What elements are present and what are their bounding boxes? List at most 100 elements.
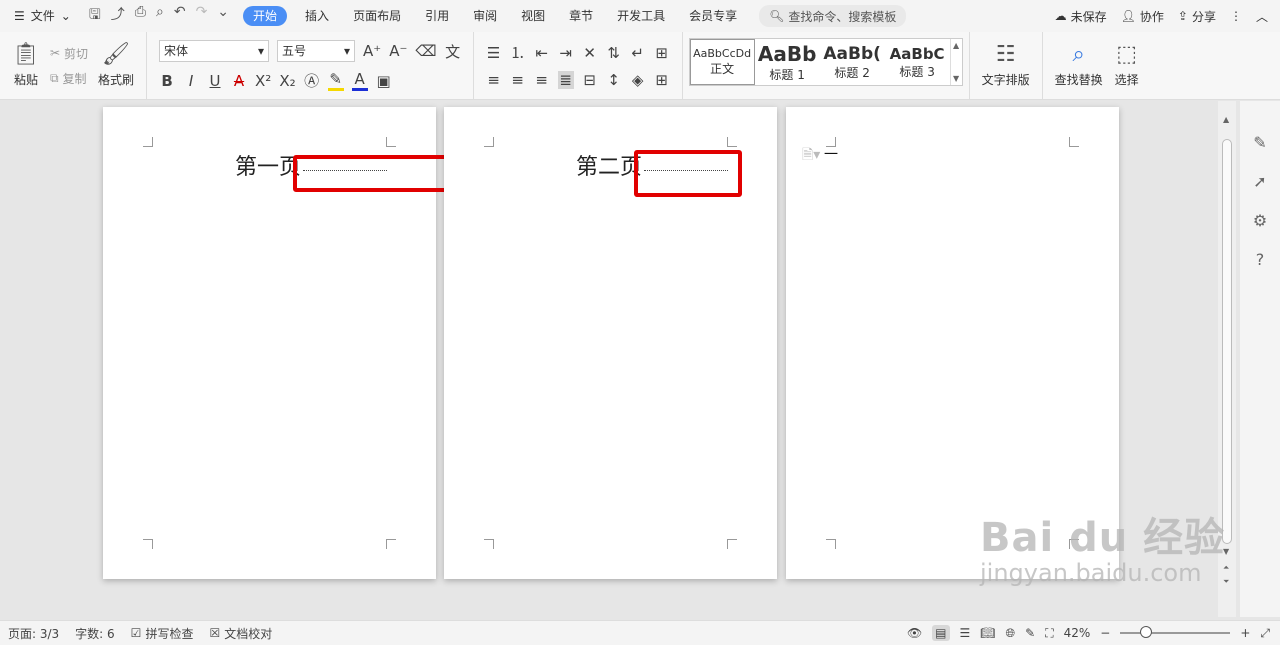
- numbered-list-icon[interactable]: ⒈: [510, 42, 526, 63]
- format-painter-button[interactable]: 🖌︎ 格式刷: [92, 43, 140, 88]
- page-view-icon[interactable]: ▤: [932, 625, 950, 641]
- more-icon[interactable]: ⋮: [1230, 9, 1242, 23]
- italic-icon[interactable]: I: [183, 72, 199, 90]
- clear-format-icon[interactable]: ⌫: [415, 42, 436, 60]
- select-button[interactable]: ⬚ 选择: [1109, 43, 1145, 88]
- style-name: 标题 1: [769, 67, 805, 82]
- sort-icon[interactable]: ⇅: [606, 44, 622, 62]
- style-heading-2[interactable]: AaBb( 标题 2: [820, 39, 885, 85]
- tab-page-layout[interactable]: 页面布局: [341, 0, 413, 32]
- tab-home[interactable]: 开始: [243, 6, 288, 26]
- zoom-in-icon[interactable]: +: [1240, 626, 1250, 640]
- next-page-icon[interactable]: ⏷: [1223, 577, 1229, 587]
- print-preview-icon[interactable]: ⌕: [156, 4, 164, 28]
- align-right-icon[interactable]: ≡: [534, 71, 550, 89]
- show-marks-icon[interactable]: ↵: [630, 44, 646, 62]
- fullscreen-icon[interactable]: ⤢: [1260, 626, 1270, 641]
- increase-indent-icon[interactable]: ⇥: [558, 44, 574, 62]
- export-icon[interactable]: ⤴: [111, 4, 125, 28]
- file-menu[interactable]: ☰ 文件 ⌄: [0, 0, 81, 32]
- read-view-icon[interactable]: 📖︎: [980, 626, 995, 640]
- subscript-icon[interactable]: X₂: [279, 72, 295, 90]
- char-border-icon[interactable]: ▣: [376, 72, 392, 90]
- bullet-list-icon[interactable]: ☰: [486, 44, 502, 62]
- outline-view-icon[interactable]: ☰: [960, 626, 971, 640]
- pointer-icon[interactable]: ➚: [1253, 172, 1266, 191]
- style-gallery-scroll[interactable]: ▲ ▼: [949, 39, 962, 85]
- line-spacing-icon[interactable]: ↕: [606, 71, 622, 89]
- page-3[interactable]: 🗎▾ 一: [786, 107, 1119, 579]
- chinese-layout-icon[interactable]: ✕: [582, 44, 598, 62]
- vertical-scrollbar[interactable]: ▲ ▼ ⏶ ⏷: [1218, 101, 1236, 617]
- style-heading-1[interactable]: AaBb 标题 1: [755, 39, 820, 85]
- proofread-button[interactable]: ☒ 文档校对: [201, 625, 280, 642]
- settings-sliders-icon[interactable]: ⚙: [1253, 211, 1267, 230]
- tab-insert[interactable]: 插入: [293, 0, 341, 32]
- tab-references[interactable]: 引用: [413, 0, 461, 32]
- align-left-icon[interactable]: ≡: [486, 71, 502, 89]
- zoom-out-icon[interactable]: −: [1100, 626, 1110, 640]
- scrollbar-thumb[interactable]: [1222, 139, 1232, 544]
- justify-icon[interactable]: ≣: [557, 71, 574, 89]
- redo-icon[interactable]: ↷: [196, 4, 208, 28]
- tab-developer[interactable]: 开发工具: [605, 0, 677, 32]
- superscript-icon[interactable]: X²: [255, 72, 271, 90]
- align-center-icon[interactable]: ≡: [510, 71, 526, 89]
- scroll-up-icon[interactable]: ▲: [1223, 115, 1229, 124]
- distribute-icon[interactable]: ⊟: [582, 71, 598, 89]
- spell-check-button[interactable]: ☑ 拼写检查: [123, 625, 202, 642]
- shrink-font-icon[interactable]: A⁻: [389, 42, 407, 60]
- tab-member[interactable]: 会员专享: [677, 0, 749, 32]
- page-2[interactable]: 第二页: [444, 107, 777, 579]
- table-lines-icon[interactable]: ⊞: [654, 44, 670, 62]
- paragraph-handle-icon[interactable]: 🗎▾: [802, 144, 820, 168]
- underline-icon[interactable]: U: [207, 72, 223, 90]
- cut-button[interactable]: ✂ 剪切: [50, 45, 88, 62]
- style-heading-3[interactable]: AaBbC 标题 3: [885, 39, 950, 85]
- prev-page-icon[interactable]: ⏶: [1223, 563, 1229, 573]
- share-button[interactable]: ⇪ 分享: [1178, 8, 1216, 25]
- text-effect-icon[interactable]: Ⓐ: [304, 70, 320, 91]
- borders-icon[interactable]: ⊞: [654, 71, 670, 89]
- page-1[interactable]: 第一页: [103, 107, 450, 579]
- font-name-select[interactable]: 宋体 ▾: [159, 40, 270, 62]
- help-icon[interactable]: ?: [1256, 250, 1265, 269]
- undo-icon[interactable]: ↶: [174, 4, 186, 28]
- pen-icon[interactable]: ✎: [1253, 133, 1266, 152]
- fit-page-icon[interactable]: ⛶: [1045, 626, 1053, 641]
- scroll-down-icon[interactable]: ▼: [1223, 547, 1229, 556]
- style-normal[interactable]: AaBbCcDd 正文: [689, 39, 755, 85]
- phonetic-guide-icon[interactable]: 文: [445, 41, 461, 62]
- strikethrough-icon[interactable]: A: [231, 72, 247, 90]
- paste-button[interactable]: 📋︎ 粘贴: [6, 43, 46, 88]
- copy-button[interactable]: ⧉ 复制: [50, 70, 88, 87]
- zoom-level[interactable]: 42%: [1064, 626, 1091, 640]
- save-icon[interactable]: 🖫: [89, 4, 101, 28]
- zoom-slider-knob[interactable]: [1140, 626, 1153, 638]
- web-view-icon[interactable]: 🌐︎: [1006, 626, 1016, 641]
- eye-protect-icon[interactable]: 👁︎: [907, 626, 922, 640]
- highlight-icon[interactable]: ✎: [327, 70, 344, 91]
- tab-section[interactable]: 章节: [557, 0, 605, 32]
- collab-button[interactable]: 👤︎ 协作: [1121, 8, 1164, 25]
- document-canvas[interactable]: 第一页 第二页 🗎▾ 一: [0, 101, 1240, 617]
- grow-font-icon[interactable]: A⁺: [363, 42, 381, 60]
- text-layout-button[interactable]: ☷ 文字排版: [976, 43, 1036, 88]
- word-count[interactable]: 字数: 6: [67, 625, 123, 642]
- find-replace-button[interactable]: ⌕ 查找替换: [1049, 43, 1109, 88]
- shading-icon[interactable]: ◈: [630, 71, 646, 89]
- tab-view[interactable]: 视图: [509, 0, 557, 32]
- unsaved-status[interactable]: ☁ 未保存: [1055, 8, 1107, 25]
- bold-icon[interactable]: B: [159, 72, 175, 90]
- zoom-slider[interactable]: [1120, 626, 1231, 638]
- font-size-select[interactable]: 五号 ▾: [277, 40, 356, 62]
- annotate-view-icon[interactable]: ✎: [1025, 626, 1035, 640]
- command-search[interactable]: 🔍︎ 查找命令、搜索模板: [759, 5, 907, 27]
- page-counter[interactable]: 页面: 3/3: [0, 625, 67, 642]
- tab-review[interactable]: 审阅: [461, 0, 509, 32]
- print-icon[interactable]: ⎙: [135, 4, 146, 28]
- collapse-ribbon-icon[interactable]: ︿: [1256, 8, 1268, 25]
- decrease-indent-icon[interactable]: ⇤: [534, 44, 550, 62]
- customize-icon[interactable]: ⌄: [217, 4, 229, 28]
- font-color-icon[interactable]: A: [351, 70, 368, 91]
